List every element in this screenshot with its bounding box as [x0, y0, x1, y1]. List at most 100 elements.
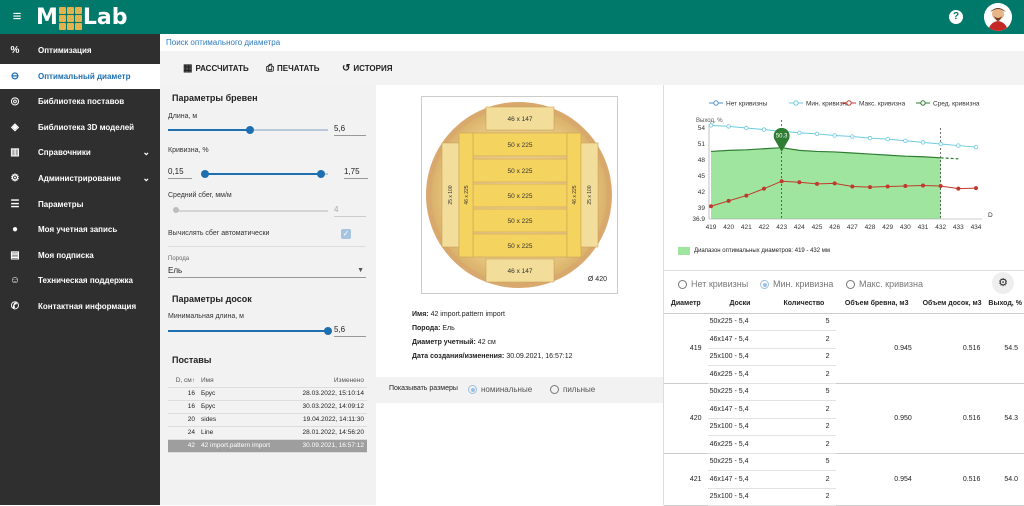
quantity-cell: 2 [772, 400, 836, 419]
help-icon[interactable]: ? [949, 10, 963, 24]
results-header[interactable]: Доски [707, 295, 773, 314]
y-tick-label: 39 [698, 205, 706, 212]
history-button[interactable]: ↺ ИСТОРИЯ [342, 63, 392, 74]
length-slider-thumb[interactable] [246, 126, 254, 134]
yield-cell: 54.3 [986, 383, 1024, 454]
table-row[interactable]: 419 50x225 - 5,4 5 0.945 0.516 54.5 [664, 313, 1024, 384]
series-point [867, 135, 873, 141]
sidebar-item-label: Техническая поддержка [38, 276, 133, 286]
legend-label: Макс. кривизна [859, 101, 906, 108]
sidebar-item-5[interactable]: ▥ Справочники ⌄ [0, 140, 160, 165]
chevron-down-icon: ⌄ [142, 147, 150, 158]
sidebar-item-2[interactable]: ⊖ Оптимальный диаметр [0, 63, 160, 89]
curvature-min-thumb[interactable] [201, 170, 209, 178]
table-row[interactable]: 24 Line 28.01.2022, 14:56:20 [168, 426, 367, 440]
side-board-label: 46 x 225 [572, 185, 578, 204]
table-row[interactable]: 16 Брус 30.03.2022, 14:09:12 [168, 400, 367, 414]
series-point [814, 181, 819, 186]
cutting-pattern-drawing: 46 x 147 50 x 225 50 x 225 50 x 225 50 x 225… [426, 102, 612, 288]
table-row[interactable]: 421 50x225 - 5,4 5 0.954 0.516 54.0 [664, 453, 1024, 506]
legend-label: Сред. кривизна [933, 101, 980, 108]
curvature-label: Кривизна, % [168, 147, 209, 154]
results-header[interactable]: Диаметр [664, 295, 708, 314]
x-tick-label: 434 [971, 224, 982, 231]
table-row[interactable]: 20 sides 19.04.2022, 14:11:30 [168, 413, 367, 427]
board-label: 46 x 147 [508, 116, 533, 123]
app-logo[interactable]: M Lab [36, 4, 128, 30]
results-header[interactable]: Выход, % [986, 295, 1024, 314]
curvature-min-value[interactable]: 0,15 [168, 167, 192, 179]
sidebar-item-10[interactable]: ☺ Техническая поддержка [0, 268, 160, 293]
printer-icon: ⎙ [266, 63, 274, 74]
diameter-cell: 419 [664, 313, 708, 384]
avatar[interactable] [984, 3, 1012, 31]
series-point [850, 134, 855, 139]
auto-taper-checkbox[interactable]: ✓ [341, 229, 351, 239]
min-length-slider-thumb[interactable] [324, 327, 332, 335]
table-row[interactable]: 42 42 import.pattern import 30.09.2021, 16… [168, 439, 367, 453]
series-point [797, 180, 802, 185]
print-button[interactable]: ⎙ ПЕЧАТАТЬ [266, 63, 319, 74]
results-header[interactable]: Количество [772, 295, 836, 314]
curvature-max-value[interactable]: 1,75 [344, 167, 368, 179]
side-board-label: 25 x 100 [587, 185, 593, 204]
sidebar-item-11[interactable]: ✆ Контактная информация [0, 294, 160, 319]
nominal-radio[interactable]: номинальные [468, 385, 532, 395]
cutting-pattern-frame: 46 x 147 50 x 225 50 x 225 50 x 225 50 x 225… [421, 96, 618, 294]
cube-icon: ◈ [11, 121, 19, 133]
y-tick-label: 45 [698, 173, 706, 180]
sidebar-item-8[interactable]: ● Моя учетная запись [0, 217, 160, 242]
sidebar-item-4[interactable]: ◈ Библиотека 3D моделей [0, 115, 160, 140]
sidebar-item-6[interactable]: ⚙ Администрирование ⌄ [0, 166, 160, 191]
log-volume-cell: 0.945 [835, 313, 918, 384]
table-row[interactable]: 16 Брус 28.03.2022, 15:10:14 [168, 387, 367, 401]
diameter-icon: ⊖ [10, 70, 20, 82]
logo-letter-m: M [36, 4, 58, 30]
y-tick-label: 36.9 [692, 216, 705, 223]
length-value[interactable]: 5,6 [334, 124, 366, 136]
calculate-button[interactable]: ▦ РАССЧИТАТЬ [183, 63, 249, 74]
min-length-value[interactable]: 5,6 [334, 325, 366, 337]
radio-selected-icon [468, 385, 477, 395]
col-name[interactable]: Имя [198, 374, 287, 388]
series-point [832, 181, 837, 186]
divider [664, 270, 1024, 271]
breadcrumb[interactable]: Поиск оптимального диаметра [166, 38, 280, 47]
table-row[interactable]: 420 50x225 - 5,4 5 0.950 0.516 54.3 [664, 383, 1024, 454]
sawn-radio[interactable]: пильные [550, 385, 595, 395]
sidebar-item-3[interactable]: ◎ Библиотека поставов [0, 89, 160, 114]
curv-min-radio[interactable]: Мин. кривизна [760, 279, 833, 290]
sidebar-item-7[interactable]: ☰ Параметры [0, 192, 160, 217]
support-icon: ☺ [9, 275, 21, 287]
x-tick-label: 424 [794, 224, 805, 231]
board-label: 50 x 225 [508, 142, 533, 149]
legend-marker [846, 100, 852, 106]
min-length-slider-fill [168, 330, 328, 332]
settings-icon[interactable]: ⚙ [992, 272, 1014, 294]
curv-none-radio[interactable]: Нет кривизны [678, 279, 748, 290]
series-point [709, 204, 714, 209]
yield-cell: 54.5 [986, 313, 1024, 384]
postav-cell-d: 16 [168, 387, 198, 401]
species-select[interactable]: Ель ▼ [168, 266, 366, 278]
results-header[interactable]: Объем бревна, м3 [835, 295, 918, 314]
calculator-icon: ▦ [183, 63, 193, 74]
logo-grid-icon [58, 6, 82, 30]
postav-cell-changed: 28.01.2022, 14:56:20 [286, 426, 367, 440]
board-cell: 46x147 - 5,4 [707, 330, 773, 349]
col-changed[interactable]: Изменено [286, 374, 367, 388]
info-diameter: Диаметр учетный: 42 см [412, 339, 496, 346]
sidebar-item-1[interactable]: % Оптимизация [0, 38, 160, 63]
menu-icon[interactable]: ≡ [8, 8, 26, 26]
col-diameter[interactable]: D, см↑ [168, 374, 198, 388]
quantity-cell: 2 [772, 330, 836, 349]
series-point [814, 131, 820, 137]
postav-cell-name: Line [198, 426, 287, 440]
sidebar-item-9[interactable]: ▤ Моя подписка [0, 243, 160, 268]
series-point [850, 184, 855, 189]
curvature-max-thumb[interactable] [317, 170, 325, 178]
x-tick-label: 430 [900, 224, 911, 231]
legend-marker [920, 100, 926, 106]
results-header[interactable]: Объем досок, м3 [917, 295, 987, 314]
curv-max-radio[interactable]: Макс. кривизна [846, 279, 923, 290]
